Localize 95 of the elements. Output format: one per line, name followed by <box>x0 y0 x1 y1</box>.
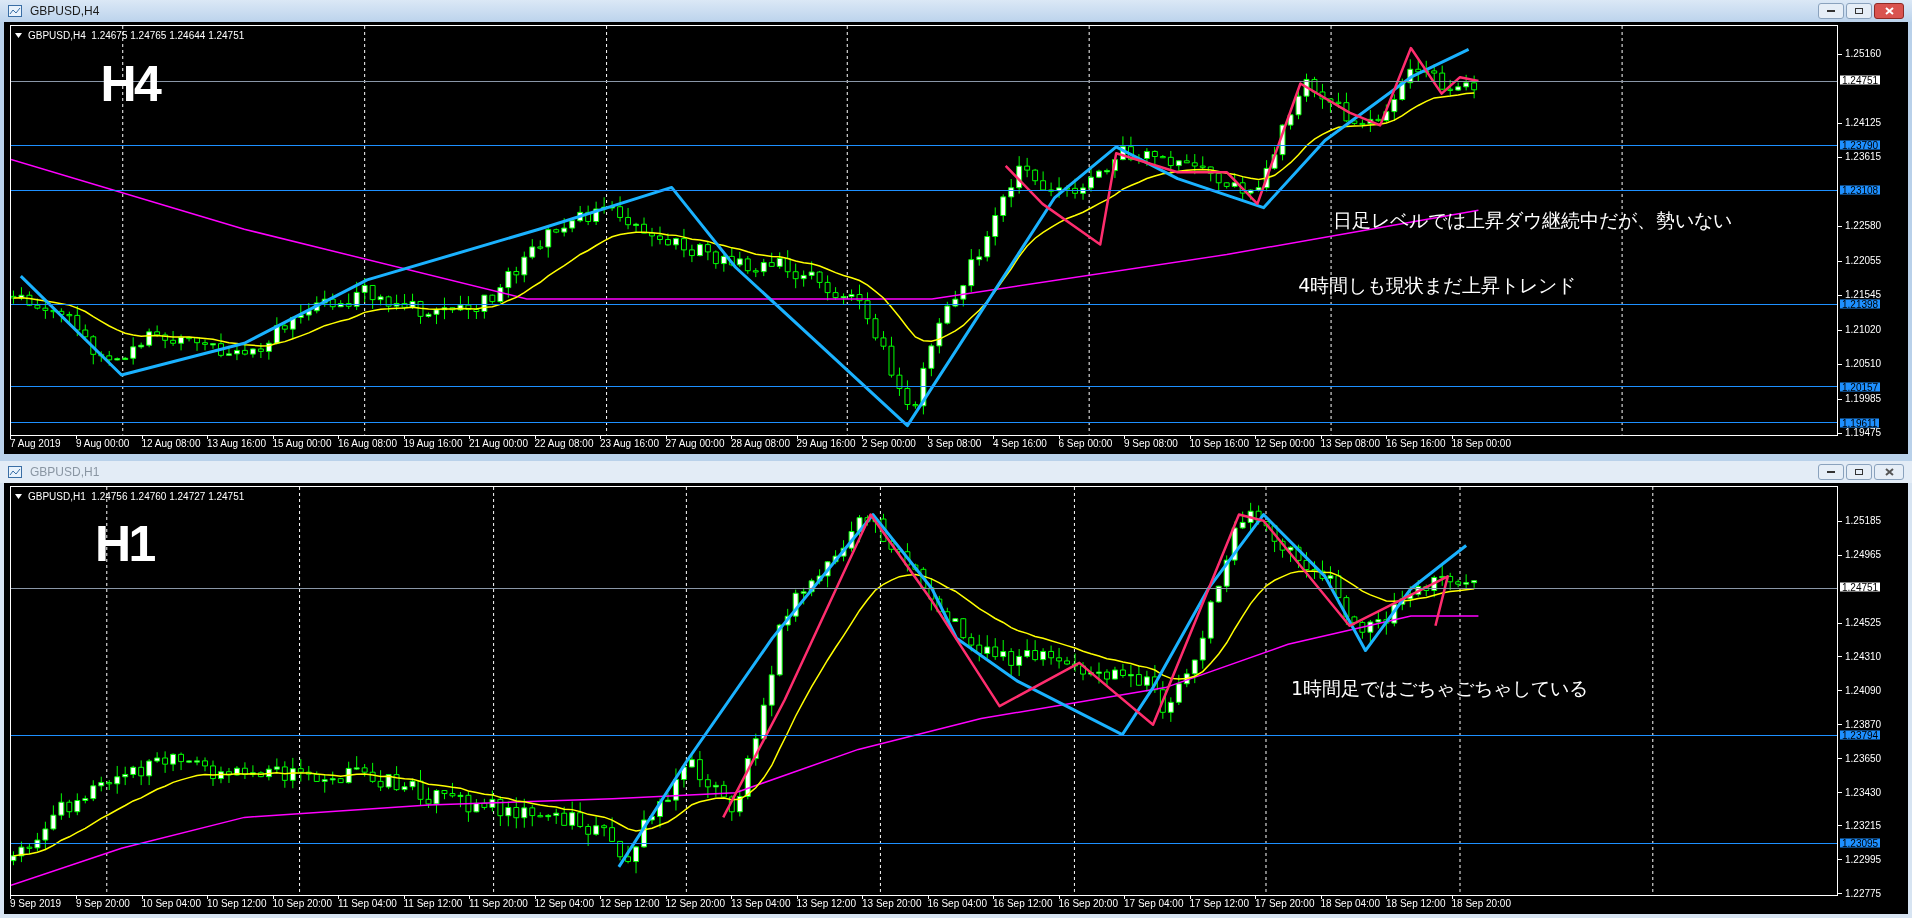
time-label: 11 Sep 20:00 <box>469 899 528 909</box>
time-label: 16 Sep 20:00 <box>1058 899 1118 909</box>
price-label: 1.22055 <box>1845 256 1882 267</box>
time-label: 2 Sep 00:00 <box>862 438 916 449</box>
chart-window-icon <box>8 5 22 17</box>
price-tag: 1.21398 <box>1840 299 1881 309</box>
chart-note: 1時間足ではごちゃごちゃしている <box>1291 676 1589 702</box>
time-label: 9 Aug 00:00 <box>76 438 130 449</box>
close-icon <box>1884 7 1894 15</box>
close-button[interactable] <box>1874 463 1904 480</box>
price-label: 1.24965 <box>1845 550 1882 561</box>
time-label: 17 Sep 04:00 <box>1124 899 1184 909</box>
time-label: 12 Sep 12:00 <box>600 899 660 909</box>
time-label: 28 Aug 08:00 <box>731 438 790 449</box>
minimize-button[interactable] <box>1818 463 1844 480</box>
time-label: 6 Sep 00:00 <box>1058 438 1113 449</box>
restore-button[interactable] <box>1846 3 1872 19</box>
time-label: 27 Aug 00:00 <box>665 438 725 449</box>
price-label: 1.23215 <box>1845 820 1882 831</box>
time-label: 10 Sep 16:00 <box>1189 438 1249 449</box>
time-label: 4 Sep 16:00 <box>993 438 1047 449</box>
price-label: 1.24090 <box>1845 685 1882 696</box>
time-label: 12 Sep 04:00 <box>534 899 594 909</box>
window-title: GBPUSD,H1 <box>30 463 100 481</box>
price-label: 1.24310 <box>1845 651 1882 662</box>
time-label: 13 Sep 04:00 <box>731 899 791 909</box>
price-label: 1.20510 <box>1845 359 1882 370</box>
time-label: 23 Aug 16:00 <box>600 438 659 449</box>
time-label: 16 Sep 04:00 <box>927 899 987 909</box>
time-label: 9 Sep 2019 <box>10 899 62 909</box>
price-tag: 1.23108 <box>1840 185 1881 195</box>
close-icon <box>1884 467 1894 476</box>
time-label: 22 Aug 08:00 <box>534 438 594 449</box>
price-label: 1.22775 <box>1845 888 1882 899</box>
price-tag: 1.23794 <box>1840 730 1881 740</box>
time-label: 13 Sep 12:00 <box>796 899 856 909</box>
time-label: 29 Aug 16:00 <box>796 438 856 449</box>
restore-button[interactable] <box>1846 463 1872 480</box>
time-label: 18 Sep 12:00 <box>1386 899 1446 909</box>
time-label: 13 Aug 16:00 <box>207 438 266 449</box>
time-label: 17 Sep 12:00 <box>1189 899 1249 909</box>
price-label: 1.22995 <box>1845 854 1882 865</box>
price-tag: 1.24751 <box>1840 582 1881 592</box>
price-label: 1.19475 <box>1845 428 1882 439</box>
window-title: GBPUSD,H4 <box>30 3 100 20</box>
minimize-button[interactable] <box>1818 3 1844 19</box>
time-label: 16 Aug 08:00 <box>338 438 397 449</box>
timeframe-label: H1 <box>95 519 154 570</box>
time-label: 13 Sep 20:00 <box>862 899 922 909</box>
time-label: 12 Sep 20:00 <box>665 899 725 909</box>
price-label: 1.22580 <box>1845 221 1882 232</box>
price-label: 1.24125 <box>1845 118 1882 129</box>
symbol-info: GBPUSD,H1 1.24756 1.24760 1.24727 1.24751 <box>28 489 245 504</box>
price-label: 1.23430 <box>1845 787 1882 798</box>
price-label: 1.23615 <box>1845 152 1882 163</box>
time-label: 18 Sep 04:00 <box>1320 899 1380 909</box>
price-label: 1.23870 <box>1845 719 1882 730</box>
time-label: 19 Aug 16:00 <box>403 438 463 449</box>
price-label: 1.25185 <box>1845 516 1882 527</box>
price-tag: 1.24751 <box>1840 76 1881 85</box>
time-label: 10 Sep 04:00 <box>141 899 201 909</box>
price-tag: 1.23790 <box>1840 140 1881 150</box>
time-label: 18 Sep 20:00 <box>1451 899 1511 909</box>
time-label: 18 Sep 00:00 <box>1451 438 1511 449</box>
chart-note: 4時間しも現状まだ上昇トレンド <box>1298 273 1577 299</box>
price-tag: 1.23095 <box>1840 838 1881 848</box>
price-label: 1.21545 <box>1845 290 1882 301</box>
price-label: 1.25160 <box>1845 49 1882 60</box>
price-tag: 1.20157 <box>1840 382 1881 392</box>
close-button[interactable] <box>1874 3 1904 19</box>
time-label: 7 Aug 2019 <box>10 438 61 449</box>
time-label: 12 Sep 00:00 <box>1255 438 1315 449</box>
time-label: 3 Sep 08:00 <box>927 438 982 449</box>
time-label: 16 Sep 16:00 <box>1386 438 1446 449</box>
time-label: 9 Sep 08:00 <box>1124 438 1178 449</box>
time-label: 10 Sep 20:00 <box>272 899 332 909</box>
time-label: 9 Sep 20:00 <box>76 899 130 909</box>
time-label: 12 Aug 08:00 <box>141 438 201 449</box>
time-label: 11 Sep 12:00 <box>403 899 463 909</box>
time-label: 10 Sep 12:00 <box>207 899 267 909</box>
time-label: 15 Aug 00:00 <box>272 438 332 449</box>
time-label: 21 Aug 00:00 <box>469 438 528 449</box>
time-label: 17 Sep 20:00 <box>1255 899 1315 909</box>
price-tag: 1.19611 <box>1840 418 1880 428</box>
price-label: 1.23650 <box>1845 753 1882 764</box>
time-label: 13 Sep 08:00 <box>1320 438 1380 449</box>
price-label: 1.19985 <box>1845 394 1882 405</box>
symbol-info: GBPUSD,H4 1.24675 1.24765 1.24644 1.24751 <box>28 29 245 43</box>
price-label: 1.24525 <box>1845 618 1882 629</box>
price-label: 1.21020 <box>1845 325 1882 336</box>
dropdown-triangle-icon[interactable] <box>15 493 22 499</box>
time-label: 11 Sep 04:00 <box>338 899 397 909</box>
dropdown-triangle-icon[interactable] <box>15 33 22 38</box>
time-label: 16 Sep 12:00 <box>993 899 1053 909</box>
chart-window-icon <box>8 465 22 478</box>
